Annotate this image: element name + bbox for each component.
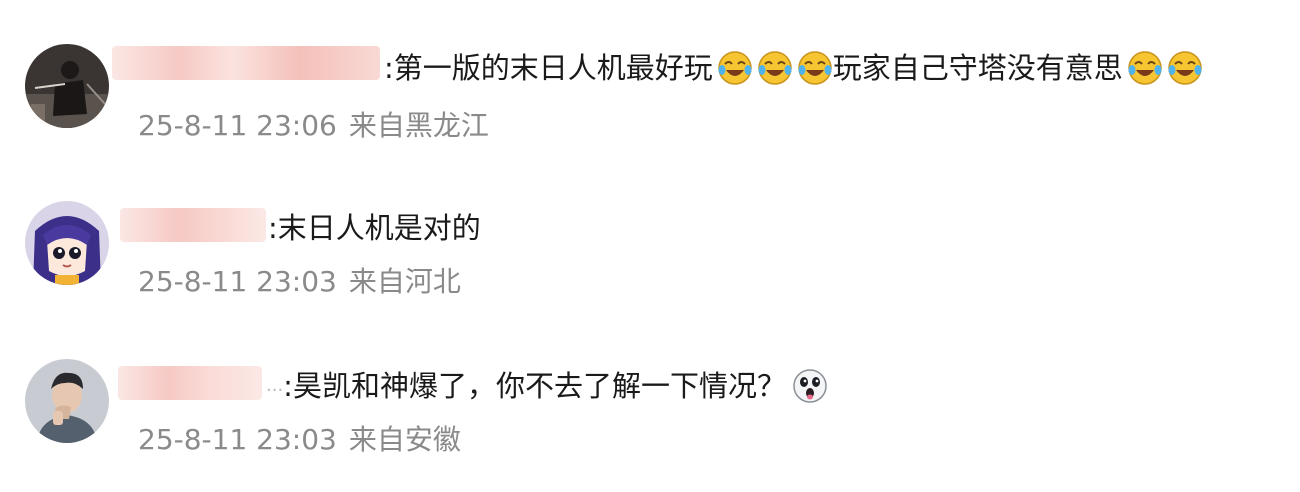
avatar[interactable] xyxy=(25,44,109,128)
comment-text-part: :昊凯和神爆了，你不去了解一下情况？ xyxy=(283,369,786,403)
laugh-cry-icon xyxy=(1127,50,1163,86)
comment-item: ... :昊凯和神爆了，你不去了解一下情况？ 25-8-11 23:03 来自安徽 xyxy=(0,310,1300,492)
location: 来自河北 xyxy=(348,265,461,298)
timestamp: 25-8-11 23:03 xyxy=(138,423,337,456)
comment-body: ... :昊凯和神爆了，你不去了解一下情况？ xyxy=(266,366,828,406)
username-blurred[interactable] xyxy=(118,366,262,400)
avatar[interactable] xyxy=(25,201,109,285)
avatar-man-portrait-icon xyxy=(25,359,109,443)
comment-item: :末日人机是对的 25-8-11 23:03 来自河北 xyxy=(0,150,1300,310)
location: 来自黑龙江 xyxy=(348,109,489,142)
avatar[interactable] xyxy=(25,359,109,443)
comment-meta: 25-8-11 23:06 来自黑龙江 xyxy=(138,108,489,144)
username-blurred[interactable] xyxy=(112,46,380,80)
comment-text-part: :末日人机是对的 xyxy=(268,211,481,245)
comment-text-part: 玩家自己守塔没有意思 xyxy=(832,51,1123,85)
avatar-dark-figure-icon xyxy=(25,44,109,128)
laugh-cry-icon xyxy=(757,50,793,86)
laugh-cry-icon xyxy=(1167,50,1203,86)
comment-body: :第一版的末日人机最好玩 玩家自己守塔没有意思 xyxy=(384,48,1203,88)
spooky-face-icon xyxy=(792,368,828,404)
location: 来自安徽 xyxy=(348,423,461,456)
username-blurred[interactable] xyxy=(120,208,266,242)
comment-meta: 25-8-11 23:03 来自河北 xyxy=(138,264,461,300)
comment-body: :末日人机是对的 xyxy=(268,208,481,248)
laugh-cry-icon xyxy=(797,50,833,86)
avatar-anime-girl-icon xyxy=(25,201,109,285)
comment-item: :第一版的末日人机最好玩 玩家自己守塔没有意思 25-8-11 23:06 来自黑… xyxy=(0,0,1300,150)
comment-text-part: :第一版的末日人机最好玩 xyxy=(384,51,713,85)
timestamp: 25-8-11 23:06 xyxy=(138,109,337,142)
comment-meta: 25-8-11 23:03 来自安徽 xyxy=(138,422,461,458)
laugh-cry-icon xyxy=(717,50,753,86)
username-ellipsis: ... xyxy=(266,375,284,396)
timestamp: 25-8-11 23:03 xyxy=(138,265,337,298)
